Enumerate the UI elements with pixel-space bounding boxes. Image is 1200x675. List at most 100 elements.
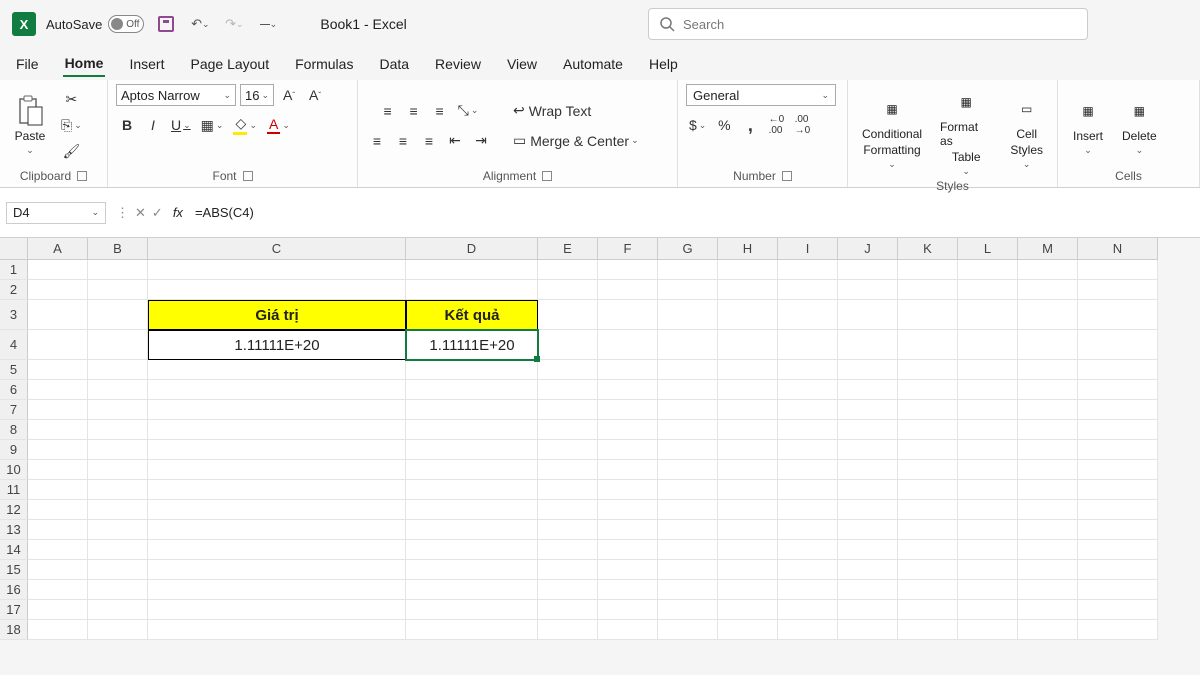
row-header-10[interactable]: 10 bbox=[0, 460, 28, 480]
cell-J10[interactable] bbox=[838, 460, 898, 480]
cell-J9[interactable] bbox=[838, 440, 898, 460]
cell-L18[interactable] bbox=[958, 620, 1018, 640]
cell-N16[interactable] bbox=[1078, 580, 1158, 600]
cell-D16[interactable] bbox=[406, 580, 538, 600]
cell-L8[interactable] bbox=[958, 420, 1018, 440]
cell-C2[interactable] bbox=[148, 280, 406, 300]
cell-K12[interactable] bbox=[898, 500, 958, 520]
cell-M16[interactable] bbox=[1018, 580, 1078, 600]
cell-J1[interactable] bbox=[838, 260, 898, 280]
cell-L9[interactable] bbox=[958, 440, 1018, 460]
cell-A11[interactable] bbox=[28, 480, 88, 500]
cell-H16[interactable] bbox=[718, 580, 778, 600]
cell-N18[interactable] bbox=[1078, 620, 1158, 640]
cell-E7[interactable] bbox=[538, 400, 598, 420]
cell-E12[interactable] bbox=[538, 500, 598, 520]
cell-A4[interactable] bbox=[28, 330, 88, 360]
insert-cell-button[interactable]: ▦Insert⌄ bbox=[1066, 93, 1110, 158]
row-header-12[interactable]: 12 bbox=[0, 500, 28, 520]
cell-C13[interactable] bbox=[148, 520, 406, 540]
undo-button[interactable]: ↶⌄ bbox=[188, 12, 212, 36]
cell-N17[interactable] bbox=[1078, 600, 1158, 620]
cell-I8[interactable] bbox=[778, 420, 838, 440]
cell-L4[interactable] bbox=[958, 330, 1018, 360]
cell-E10[interactable] bbox=[538, 460, 598, 480]
cell-H13[interactable] bbox=[718, 520, 778, 540]
column-header-A[interactable]: A bbox=[28, 238, 88, 260]
cell-B10[interactable] bbox=[88, 460, 148, 480]
cell-I9[interactable] bbox=[778, 440, 838, 460]
cell-B12[interactable] bbox=[88, 500, 148, 520]
cell-E4[interactable] bbox=[538, 330, 598, 360]
column-header-M[interactable]: M bbox=[1018, 238, 1078, 260]
row-header-2[interactable]: 2 bbox=[0, 280, 28, 300]
clipboard-launcher-icon[interactable] bbox=[77, 171, 87, 181]
cell-K14[interactable] bbox=[898, 540, 958, 560]
column-header-N[interactable]: N bbox=[1078, 238, 1158, 260]
cell-C1[interactable] bbox=[148, 260, 406, 280]
cell-K3[interactable] bbox=[898, 300, 958, 330]
tab-page-layout[interactable]: Page Layout bbox=[188, 52, 271, 76]
cell-I12[interactable] bbox=[778, 500, 838, 520]
save-button[interactable] bbox=[154, 12, 178, 36]
column-header-D[interactable]: D bbox=[406, 238, 538, 260]
cell-N9[interactable] bbox=[1078, 440, 1158, 460]
cell-K18[interactable] bbox=[898, 620, 958, 640]
cell-I10[interactable] bbox=[778, 460, 838, 480]
row-header-13[interactable]: 13 bbox=[0, 520, 28, 540]
cell-L3[interactable] bbox=[958, 300, 1018, 330]
cell-H14[interactable] bbox=[718, 540, 778, 560]
cell-J6[interactable] bbox=[838, 380, 898, 400]
cell-A13[interactable] bbox=[28, 520, 88, 540]
column-header-H[interactable]: H bbox=[718, 238, 778, 260]
cell-H6[interactable] bbox=[718, 380, 778, 400]
cell-M15[interactable] bbox=[1018, 560, 1078, 580]
cell-D1[interactable] bbox=[406, 260, 538, 280]
cell-I7[interactable] bbox=[778, 400, 838, 420]
cell-K10[interactable] bbox=[898, 460, 958, 480]
cell-N12[interactable] bbox=[1078, 500, 1158, 520]
tab-insert[interactable]: Insert bbox=[127, 52, 166, 76]
cell-I11[interactable] bbox=[778, 480, 838, 500]
cell-B7[interactable] bbox=[88, 400, 148, 420]
cell-H15[interactable] bbox=[718, 560, 778, 580]
decrease-indent-button[interactable]: ⇤ bbox=[444, 130, 466, 152]
cell-G18[interactable] bbox=[658, 620, 718, 640]
cell-C12[interactable] bbox=[148, 500, 406, 520]
cell-B16[interactable] bbox=[88, 580, 148, 600]
cell-M8[interactable] bbox=[1018, 420, 1078, 440]
cell-M9[interactable] bbox=[1018, 440, 1078, 460]
cell-J17[interactable] bbox=[838, 600, 898, 620]
cell-L14[interactable] bbox=[958, 540, 1018, 560]
cell-M3[interactable] bbox=[1018, 300, 1078, 330]
tab-home[interactable]: Home bbox=[63, 51, 106, 77]
cell-F4[interactable] bbox=[598, 330, 658, 360]
alignment-launcher-icon[interactable] bbox=[542, 171, 552, 181]
column-header-L[interactable]: L bbox=[958, 238, 1018, 260]
cell-C10[interactable] bbox=[148, 460, 406, 480]
cell-J16[interactable] bbox=[838, 580, 898, 600]
cell-D2[interactable] bbox=[406, 280, 538, 300]
cell-D13[interactable] bbox=[406, 520, 538, 540]
cell-H8[interactable] bbox=[718, 420, 778, 440]
cell-L17[interactable] bbox=[958, 600, 1018, 620]
cell-J7[interactable] bbox=[838, 400, 898, 420]
cell-G16[interactable] bbox=[658, 580, 718, 600]
cell-F1[interactable] bbox=[598, 260, 658, 280]
column-header-C[interactable]: C bbox=[148, 238, 406, 260]
cell-G12[interactable] bbox=[658, 500, 718, 520]
cell-F7[interactable] bbox=[598, 400, 658, 420]
shrink-font-button[interactable]: Aˇ bbox=[304, 84, 326, 106]
cell-A3[interactable] bbox=[28, 300, 88, 330]
cell-I2[interactable] bbox=[778, 280, 838, 300]
increase-indent-button[interactable]: ⇥ bbox=[470, 130, 492, 152]
borders-button[interactable]: ▦ bbox=[198, 114, 227, 136]
cell-E6[interactable] bbox=[538, 380, 598, 400]
cell-K9[interactable] bbox=[898, 440, 958, 460]
cell-B4[interactable] bbox=[88, 330, 148, 360]
conditional-formatting-button[interactable]: ▦ ConditionalFormatting⌄ bbox=[856, 91, 928, 172]
cell-M7[interactable] bbox=[1018, 400, 1078, 420]
number-format-select[interactable]: General⌄ bbox=[686, 84, 836, 106]
cell-H5[interactable] bbox=[718, 360, 778, 380]
cell-F11[interactable] bbox=[598, 480, 658, 500]
